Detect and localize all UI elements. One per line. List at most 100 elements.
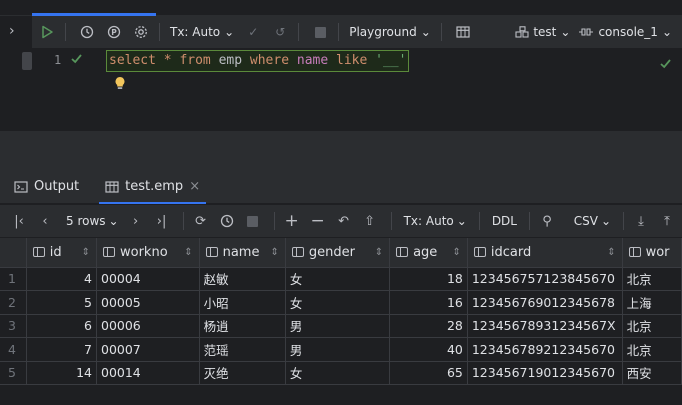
history-icon[interactable] bbox=[216, 210, 238, 232]
sort-icon[interactable]: ⇕ bbox=[82, 247, 90, 258]
table-cell-id[interactable]: 7 bbox=[26, 337, 98, 362]
table-cell-idcard[interactable]: 123456757123845670 bbox=[467, 267, 623, 291]
submit-icon[interactable]: ⇧ bbox=[359, 210, 381, 232]
tx-mode-dropdown[interactable]: Tx: Auto ⌄ bbox=[398, 214, 473, 228]
last-page-icon[interactable]: ›| bbox=[151, 210, 173, 232]
column-header-id[interactable]: id ⇕ bbox=[26, 238, 98, 268]
table-row[interactable]: 5 14 00014 灭绝女 65 123456719012345670 西安 bbox=[0, 361, 682, 385]
table-row[interactable]: 2 5 00005 小昭女 16 123456769012345678 上海 bbox=[0, 290, 682, 315]
sort-icon[interactable]: ⇕ bbox=[184, 247, 192, 258]
table-cell-id[interactable]: 4 bbox=[26, 267, 98, 291]
previous-page-icon[interactable]: ‹ bbox=[34, 210, 56, 232]
table-cell-age[interactable]: 28 bbox=[389, 314, 468, 338]
sort-icon[interactable]: ⇕ bbox=[270, 247, 278, 258]
table-cell-age[interactable]: 65 bbox=[389, 361, 468, 385]
add-row-icon[interactable]: + bbox=[281, 210, 303, 232]
chevron-left-icon[interactable]: › bbox=[9, 23, 15, 39]
download-icon[interactable]: ⤓ bbox=[630, 210, 652, 232]
execution-success-check-icon bbox=[70, 52, 83, 68]
column-header-workno[interactable]: workno ⇕ bbox=[96, 238, 200, 268]
pin-icon[interactable]: ⚲ bbox=[536, 210, 558, 232]
result-grid[interactable]: id ⇕ workno ⇕ name ⇕ gender ⇕ age ⇕ idcard ⇕ wor 140… bbox=[0, 238, 682, 405]
settings-gear-icon[interactable] bbox=[129, 20, 153, 44]
console-selector[interactable]: console_1 ⌄ bbox=[574, 25, 676, 39]
table-row[interactable]: 4 7 00007 范瑶男 40 123456789212345670 北京 bbox=[0, 337, 682, 362]
table-cell-gender[interactable]: 女 bbox=[285, 267, 391, 291]
column-header-wor[interactable]: wor bbox=[622, 238, 682, 268]
commit-check-icon[interactable]: ✓ bbox=[241, 20, 265, 44]
table-cell-idcard[interactable]: 12345678931234567X bbox=[467, 314, 623, 338]
editor-tab-strip bbox=[0, 0, 682, 16]
line-number: 1 bbox=[54, 53, 62, 67]
table-cell-age[interactable]: 16 bbox=[389, 290, 468, 315]
delete-row-icon[interactable]: − bbox=[307, 210, 329, 232]
table-cell-name[interactable]: 灭绝 bbox=[199, 361, 286, 385]
table-cell-wor[interactable]: 北京 bbox=[622, 267, 682, 291]
sql-editor[interactable]: 1 select * from emp where name like '__' bbox=[22, 48, 682, 130]
table-cell-id[interactable]: 5 bbox=[26, 290, 98, 315]
upload-icon[interactable]: ⤒ bbox=[656, 210, 678, 232]
table-cell-idcard[interactable]: 123456719012345670 bbox=[467, 361, 623, 385]
table-cell-workno[interactable]: 00005 bbox=[96, 290, 200, 315]
datasource-selector[interactable]: test ⌄ bbox=[511, 25, 574, 39]
explain-plan-icon[interactable]: P bbox=[102, 20, 126, 44]
table-cell-gender[interactable]: 男 bbox=[285, 337, 391, 362]
sort-icon[interactable]: ⇕ bbox=[452, 247, 460, 258]
export-format-dropdown[interactable]: CSV ⌄ bbox=[568, 214, 617, 228]
table-cell-workno[interactable]: 00014 bbox=[96, 361, 200, 385]
lightbulb-icon[interactable] bbox=[114, 76, 126, 93]
table-cell-gender[interactable]: 女 bbox=[285, 290, 391, 315]
column-header-age[interactable]: age ⇕ bbox=[389, 238, 468, 268]
table-cell-name[interactable]: 赵敏 bbox=[199, 267, 286, 291]
tx-mode-dropdown[interactable]: Tx: Auto ⌄ bbox=[166, 25, 238, 39]
table-cell-wor[interactable]: 上海 bbox=[622, 290, 682, 315]
stop-icon[interactable] bbox=[308, 20, 332, 44]
playground-dropdown[interactable]: Playground ⌄ bbox=[345, 25, 435, 39]
first-page-icon[interactable]: |‹ bbox=[8, 210, 30, 232]
table-cell-id[interactable]: 6 bbox=[26, 314, 98, 338]
table-cell-workno[interactable]: 00006 bbox=[96, 314, 200, 338]
table-cell-workno[interactable]: 00007 bbox=[96, 337, 200, 362]
next-page-icon[interactable]: › bbox=[125, 210, 147, 232]
table-cell-id[interactable]: 14 bbox=[26, 361, 98, 385]
rollback-icon[interactable]: ↺ bbox=[268, 20, 292, 44]
sort-icon[interactable]: ⇕ bbox=[607, 247, 615, 258]
table-row[interactable]: 3 6 00006 杨逍男 28 12345678931234567X 北京 bbox=[0, 314, 682, 338]
history-icon[interactable] bbox=[75, 20, 99, 44]
tx-mode-label: Tx: Auto bbox=[403, 214, 454, 228]
stop-icon[interactable] bbox=[242, 210, 264, 232]
table-row[interactable]: 1 4 00004 赵敏女 18 123456757123845670 北京 bbox=[0, 267, 682, 291]
column-header-name[interactable]: name ⇕ bbox=[199, 238, 286, 268]
toolbar-separator bbox=[182, 212, 184, 230]
table-cell-age[interactable]: 40 bbox=[389, 337, 468, 362]
panel-splitter[interactable] bbox=[0, 130, 682, 170]
revert-icon[interactable]: ↶ bbox=[333, 210, 355, 232]
table-cell-name[interactable]: 杨逍 bbox=[199, 314, 286, 338]
tab-result[interactable]: test.emp × bbox=[95, 170, 210, 204]
code-line[interactable]: select * from emp where name like '__' bbox=[106, 50, 410, 72]
table-cell-name[interactable]: 范瑶 bbox=[199, 337, 286, 362]
table-cell-wor[interactable]: 北京 bbox=[622, 314, 682, 338]
tab-output[interactable]: Output bbox=[4, 170, 89, 204]
execute-icon[interactable] bbox=[35, 20, 59, 44]
sort-icon[interactable]: ⇕ bbox=[375, 247, 383, 258]
ddl-button[interactable]: DDL bbox=[486, 214, 523, 228]
table-view-icon[interactable] bbox=[451, 20, 475, 44]
table-cell-gender[interactable]: 男 bbox=[285, 314, 391, 338]
column-header-label: name bbox=[222, 244, 260, 260]
table-cell-gender[interactable]: 女 bbox=[285, 361, 391, 385]
table-cell-age[interactable]: 18 bbox=[389, 267, 468, 291]
rows-count-dropdown[interactable]: 5 rows ⌄ bbox=[60, 214, 125, 228]
table-cell-idcard[interactable]: 123456769012345678 bbox=[467, 290, 623, 315]
table-cell-wor[interactable]: 北京 bbox=[622, 337, 682, 362]
column-header-gender[interactable]: gender ⇕ bbox=[285, 238, 391, 268]
table-cell-wor[interactable]: 西安 bbox=[622, 361, 682, 385]
close-icon[interactable]: × bbox=[189, 179, 200, 194]
toolbar-separator bbox=[338, 23, 340, 41]
table-cell-idcard[interactable]: 123456789212345670 bbox=[467, 337, 623, 362]
column-header-idcard[interactable]: idcard ⇕ bbox=[467, 238, 623, 268]
table-cell-name[interactable]: 小昭 bbox=[199, 290, 286, 315]
refresh-icon[interactable]: ⟳ bbox=[190, 210, 212, 232]
table-cell-workno[interactable]: 00004 bbox=[96, 267, 200, 291]
